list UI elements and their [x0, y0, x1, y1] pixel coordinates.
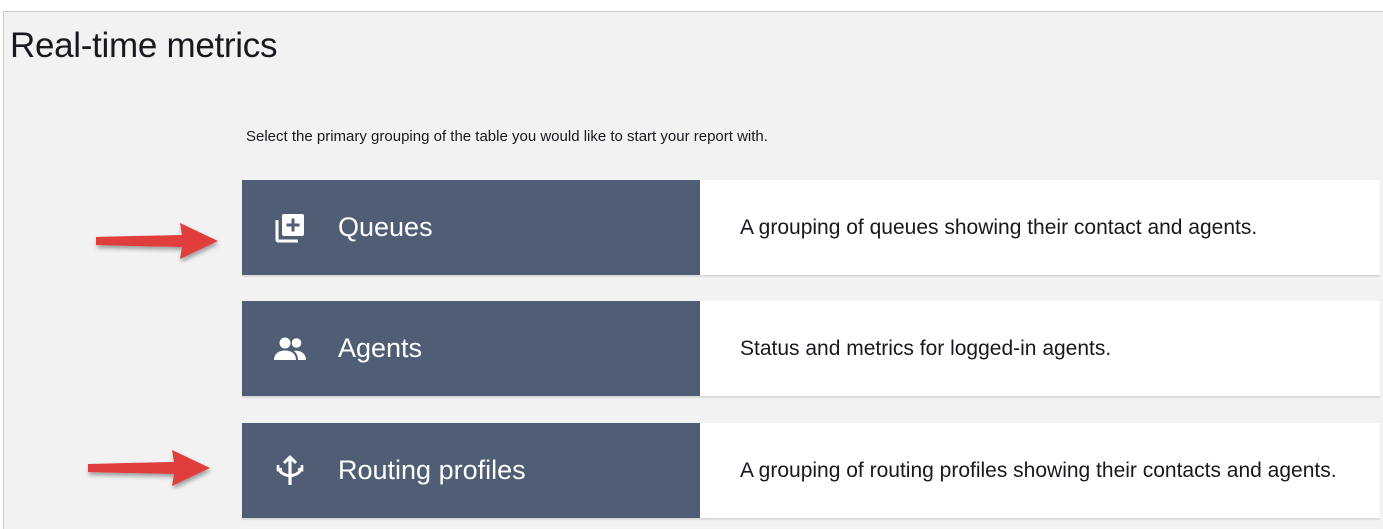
option-queues[interactable]: Queues A grouping of queues showing thei…: [242, 180, 1380, 275]
option-routing-profiles-label-panel[interactable]: Routing profiles: [242, 423, 700, 518]
instruction-text: Select the primary grouping of the table…: [246, 128, 768, 145]
people-icon: [272, 331, 308, 367]
routing-icon: [272, 453, 308, 489]
option-queues-title: Queues: [338, 212, 433, 242]
add-queue-icon: [272, 210, 308, 246]
option-queues-label-panel[interactable]: Queues: [242, 180, 700, 275]
option-agents-label-panel[interactable]: Agents: [242, 301, 700, 396]
option-agents-title: Agents: [338, 333, 423, 363]
option-agents-description: Status and metrics for logged-in agents.: [700, 301, 1380, 396]
annotation-arrow-icon: [88, 450, 210, 486]
option-routing-profiles-description: A grouping of routing profiles showing t…: [700, 423, 1380, 518]
page-title: Real-time metrics: [10, 26, 278, 65]
option-agents[interactable]: Agents Status and metrics for logged-in …: [242, 301, 1380, 396]
option-queues-description: A grouping of queues showing their conta…: [700, 180, 1380, 275]
annotation-arrow-icon: [96, 223, 218, 259]
option-routing-profiles-title: Routing profiles: [338, 455, 526, 485]
option-routing-profiles[interactable]: Routing profiles A grouping of routing p…: [242, 423, 1380, 518]
